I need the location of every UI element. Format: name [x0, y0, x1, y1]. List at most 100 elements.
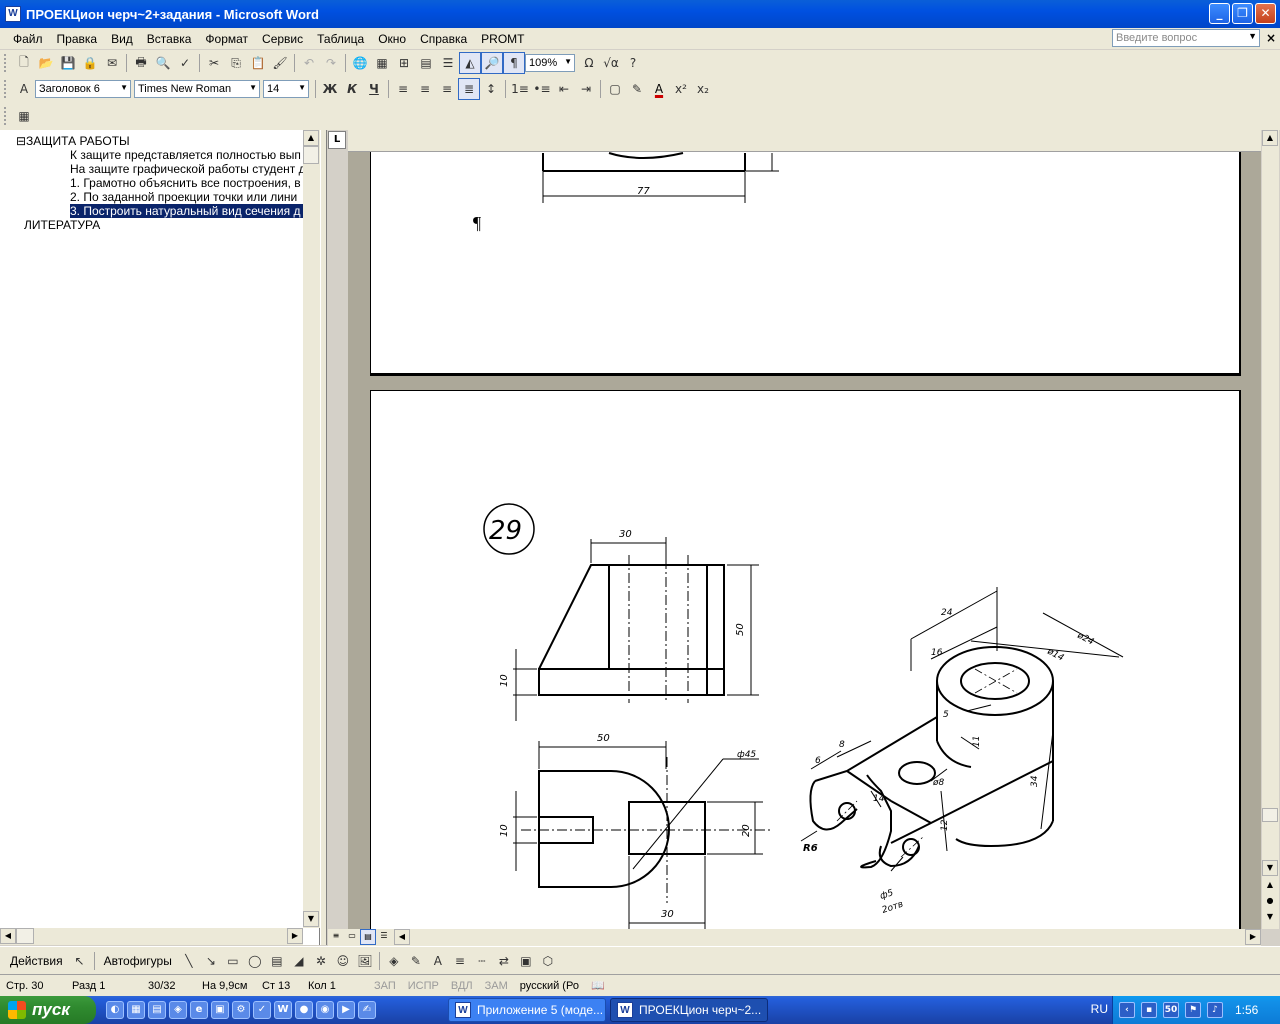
bullets-icon[interactable]: •≡ [531, 78, 553, 100]
doc-map-item[interactable]: ЛИТЕРАТУРА [24, 218, 304, 232]
menu-insert[interactable]: Вставка [140, 32, 199, 46]
underline-button[interactable]: Ч [363, 78, 385, 100]
diagram-icon[interactable]: ✲ [310, 950, 332, 972]
normal-view-icon[interactable]: ≡ [328, 929, 344, 945]
help-icon[interactable]: ? [622, 52, 644, 74]
menu-view[interactable]: Вид [104, 32, 140, 46]
previous-page-icon[interactable]: ▲ [1262, 878, 1278, 894]
arrow-style-icon[interactable]: ⇄ [493, 950, 515, 972]
volume-icon[interactable]: ♪ [1207, 1002, 1223, 1018]
font-color-icon[interactable]: A [427, 950, 449, 972]
decrease-indent-icon[interactable]: ⇤ [553, 78, 575, 100]
close-document-icon[interactable]: × [1266, 31, 1276, 45]
select-browse-object-icon[interactable]: ● [1262, 894, 1278, 910]
scroll-thumb[interactable] [16, 928, 34, 944]
print-layout-icon[interactable]: ▤ [360, 929, 376, 945]
superscript-icon[interactable]: x² [670, 78, 692, 100]
word-app-icon[interactable]: W [5, 6, 21, 22]
doc-map-vertical-scrollbar[interactable]: ▲ ▼ [303, 130, 320, 928]
word-icon[interactable]: W [274, 1001, 292, 1019]
redo-icon[interactable]: ↷ [320, 52, 342, 74]
3d-icon[interactable]: ⬡ [537, 950, 559, 972]
menu-window[interactable]: Окно [371, 32, 413, 46]
quicklaunch-icon-4[interactable]: ◈ [169, 1001, 187, 1019]
line-spacing-icon[interactable]: ↕ [480, 78, 502, 100]
quicklaunch-icon-8[interactable]: ✓ [253, 1001, 271, 1019]
internet-explorer-icon[interactable]: e [190, 1001, 208, 1019]
toolbar-grip[interactable] [4, 54, 7, 72]
select-objects-icon[interactable]: ↖ [69, 950, 91, 972]
format-painter-icon[interactable]: 🖌 [269, 52, 291, 74]
quicklaunch-icon-6[interactable]: ▣ [211, 1001, 229, 1019]
quicklaunch-icon-1[interactable]: ◐ [106, 1001, 124, 1019]
antivirus-icon[interactable]: ⚑ [1185, 1002, 1201, 1018]
omega-symbol-icon[interactable]: Ω [578, 52, 600, 74]
scroll-left-icon[interactable]: ◀ [394, 929, 410, 945]
doc-map-item-selected[interactable]: 3. Построить натуральный вид сечения д [70, 204, 303, 218]
save-icon[interactable]: 💾 [57, 52, 79, 74]
toolbar-grip[interactable] [4, 107, 7, 125]
document-map-icon[interactable]: 🔎 [481, 52, 503, 74]
line-style-icon[interactable]: ≡ [449, 950, 471, 972]
tray-expand-icon[interactable]: ‹ [1119, 1002, 1135, 1018]
paste-icon[interactable]: 📋 [247, 52, 269, 74]
scroll-down-icon[interactable]: ▼ [303, 911, 319, 927]
quicklaunch-icon-13[interactable]: ✍ [358, 1001, 376, 1019]
taskbar-item-active[interactable]: W ПРОЕКЦион черч~2... [610, 998, 768, 1022]
insert-table-icon[interactable]: ⊞ [393, 52, 415, 74]
scroll-left-icon[interactable]: ◀ [0, 928, 16, 944]
print-preview-icon[interactable]: 🔍 [152, 52, 174, 74]
autoshapes-menu[interactable]: Автофигуры [104, 954, 172, 968]
status-language[interactable]: русский (Ро [514, 980, 585, 992]
menu-tools[interactable]: Сервис [255, 32, 310, 46]
bold-button[interactable]: Ж [319, 78, 341, 100]
spelling-icon[interactable]: ✓ [174, 52, 196, 74]
align-center-icon[interactable]: ≡ [414, 78, 436, 100]
arrow-icon[interactable]: ↘ [200, 950, 222, 972]
font-size-select[interactable]: 14 ▼ [263, 80, 309, 98]
chevron-down-icon[interactable]: ▼ [1248, 31, 1257, 41]
scroll-right-icon[interactable]: ▶ [287, 928, 303, 944]
pane-splitter[interactable] [320, 130, 327, 945]
restore-button[interactable]: ❐ [1232, 3, 1253, 24]
email-icon[interactable]: ✉ [101, 52, 123, 74]
network-icon[interactable]: ▪ [1141, 1002, 1157, 1018]
page-upper[interactable]: 77 ¶ [370, 152, 1241, 376]
chevron-down-icon[interactable]: ▼ [564, 57, 572, 66]
subscript-icon[interactable]: x₂ [692, 78, 714, 100]
zoom-select[interactable]: 109% ▼ [525, 54, 575, 72]
print-icon[interactable]: 🖶 [130, 52, 152, 74]
highlight-icon[interactable]: ✎ [626, 78, 648, 100]
fill-color-icon[interactable]: ◈ [383, 950, 405, 972]
font-color-icon[interactable]: A [648, 78, 670, 100]
insert-excel-icon[interactable]: ▤ [415, 52, 437, 74]
chevron-down-icon[interactable]: ▼ [249, 83, 257, 92]
scroll-up-icon[interactable]: ▲ [303, 130, 319, 146]
font-select[interactable]: Times New Roman ▼ [134, 80, 260, 98]
doc-map-item[interactable]: На защите графической работы студент д [70, 162, 303, 176]
actions-menu[interactable]: Действия [10, 954, 63, 968]
wordart-icon[interactable]: ◢ [288, 950, 310, 972]
doc-map-item[interactable]: 1. Грамотно объяснить все построения, в [70, 176, 303, 190]
open-folder-icon[interactable]: 📂 [35, 52, 57, 74]
insert-chart-icon[interactable]: ▦ [13, 105, 35, 127]
tray-50-icon[interactable]: 50 [1163, 1002, 1179, 1018]
language-indicator[interactable]: RU [1091, 1002, 1108, 1016]
tab-selector[interactable]: L [328, 131, 346, 149]
dash-style-icon[interactable]: ┄ [471, 950, 493, 972]
scroll-up-icon[interactable]: ▲ [1262, 130, 1278, 146]
quicklaunch-icon-10[interactable]: ● [295, 1001, 313, 1019]
minimize-button[interactable]: _ [1209, 3, 1230, 24]
page-lower[interactable]: 29 30 50 10 50 ф45 10 20 30 24 16 ø24 ø1… [370, 390, 1241, 929]
document-horizontal-scrollbar[interactable]: ≡ ▭ ▤ ☰ ◀ ▶ [328, 929, 1261, 946]
doc-map-item[interactable]: К защите представляется полностью вып [70, 148, 303, 162]
permission-icon[interactable]: 🔒 [79, 52, 101, 74]
insert-picture-icon[interactable]: 🖼 [354, 950, 376, 972]
doc-map-item[interactable]: ⊟ЗАЩИТА РАБОТЫ [16, 134, 304, 148]
status-track[interactable]: ИСПР [402, 980, 445, 992]
taskbar-item-app5[interactable]: W Приложение 5 (моде... [448, 998, 606, 1022]
justify-icon[interactable]: ≣ [458, 78, 480, 100]
horizontal-ruler[interactable] [348, 130, 1261, 152]
document-vertical-scrollbar[interactable]: ▲ ▼ ▲ ● ▼ [1262, 130, 1279, 929]
menu-format[interactable]: Формат [198, 32, 255, 46]
